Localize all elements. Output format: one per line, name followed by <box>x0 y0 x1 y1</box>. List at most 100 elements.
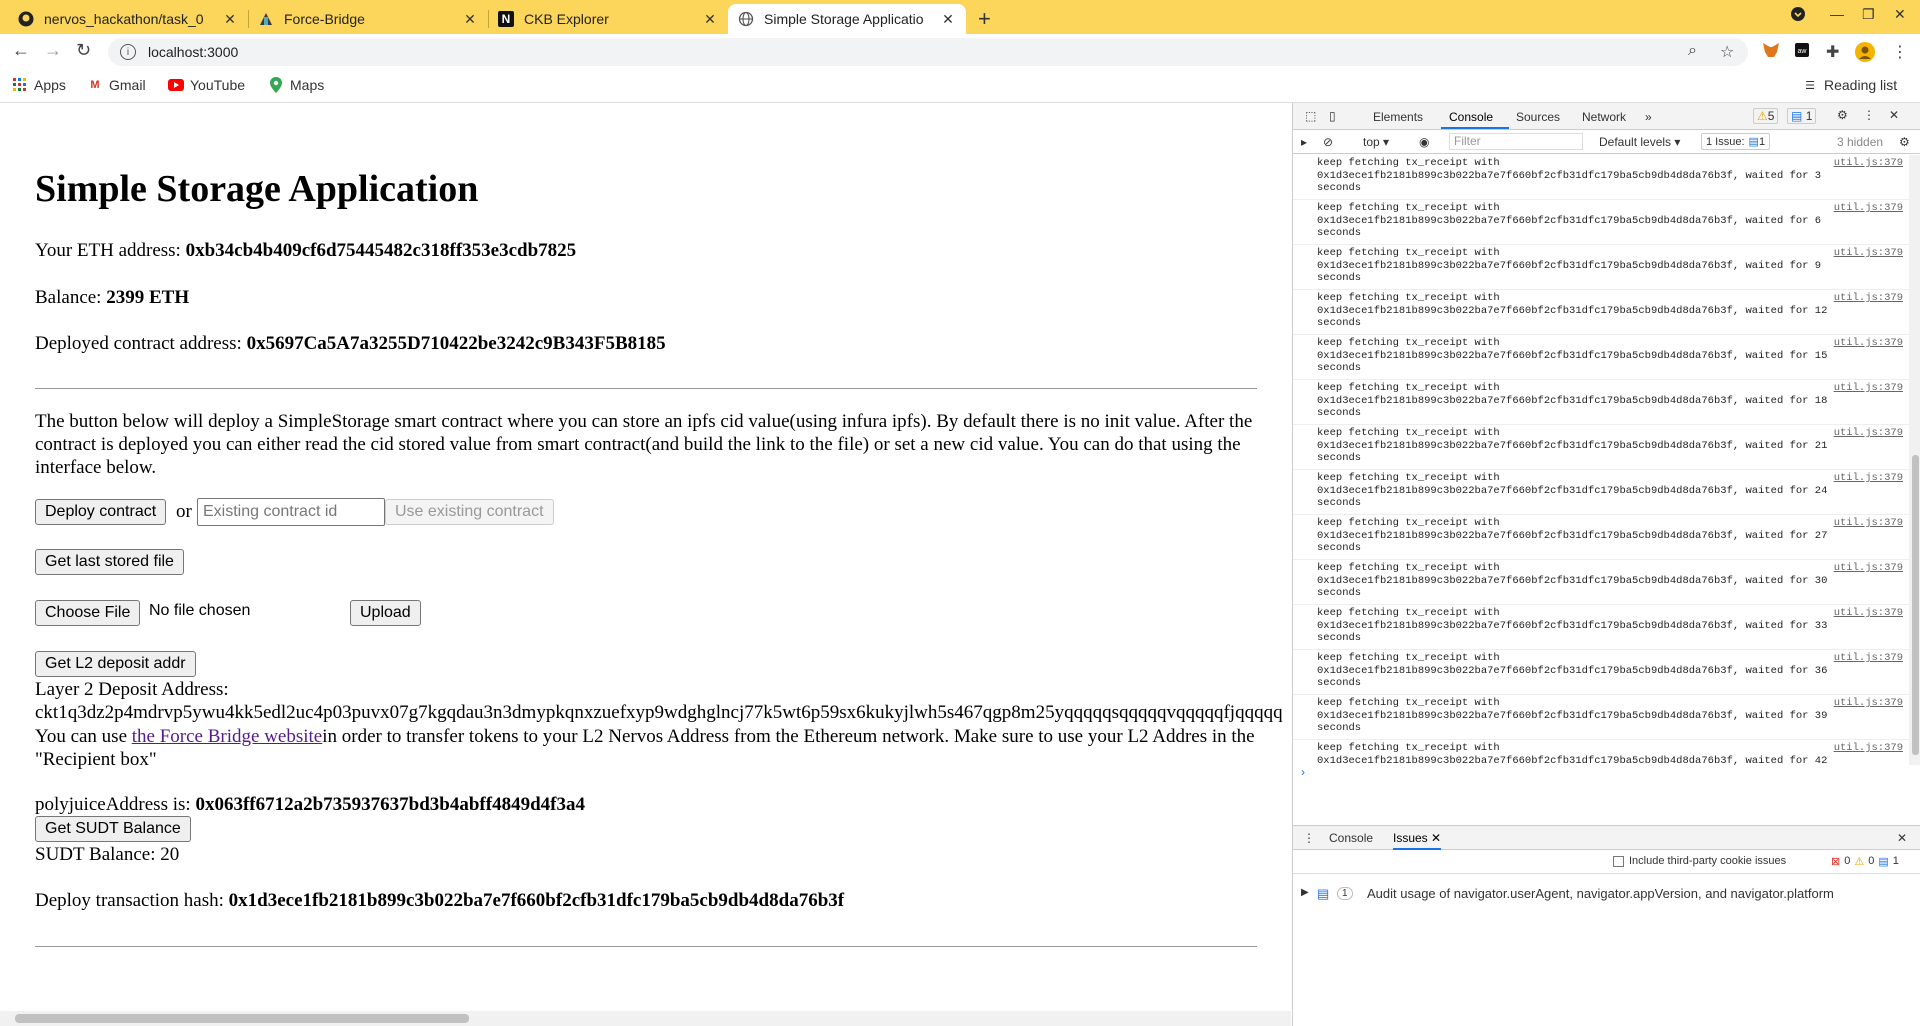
contract-address-value: 0x5697Ca5A7a3255D710422be3242c9B343F5B81… <box>246 333 666 354</box>
force-bridge-link[interactable]: the Force Bridge website <box>132 726 322 747</box>
tab-github[interactable]: nervos_hackathon/task_0 ✕ <box>8 4 248 34</box>
clear-console-icon[interactable]: ⊘ <box>1323 135 1333 149</box>
devtools-tabbar: ⬚ ▯ Elements Console Sources Network » ⚠… <box>1293 103 1920 130</box>
log-source-link[interactable]: util.js:379 <box>1834 292 1903 305</box>
console-log-entry: keep fetching tx_receipt with 0x1d3ece1f… <box>1293 245 1911 290</box>
log-message: keep fetching tx_receipt with 0x1d3ece1f… <box>1317 202 1822 239</box>
new-tab-icon[interactable]: + <box>978 6 991 32</box>
close-icon[interactable]: ✕ <box>222 11 238 28</box>
close-icon[interactable]: ✕ <box>940 11 956 28</box>
context-select[interactable]: top ▾ <box>1363 135 1389 149</box>
log-levels-value: Default levels <box>1599 135 1672 149</box>
drawer-tab-issues[interactable]: Issues ✕ <box>1393 831 1442 850</box>
console-log-entry: keep fetching tx_receipt with 0x1d3ece1f… <box>1293 200 1911 245</box>
tab-simple-storage[interactable]: Simple Storage Applicatio ✕ <box>728 4 966 34</box>
log-source-link[interactable]: util.js:379 <box>1834 652 1903 665</box>
drawer-tab-console[interactable]: Console <box>1329 831 1373 845</box>
bookmark-youtube[interactable]: YouTube <box>168 77 245 93</box>
live-expression-eye-icon[interactable]: ◉ <box>1419 135 1429 149</box>
extensions-puzzle-icon[interactable]: ✚ <box>1826 42 1839 62</box>
deploy-contract-button[interactable]: Deploy contract <box>35 499 167 525</box>
log-source-link[interactable]: util.js:379 <box>1834 697 1903 710</box>
get-last-stored-file-button[interactable]: Get last stored file <box>35 549 184 575</box>
expand-triangle-icon[interactable]: ▶ <box>1301 887 1309 898</box>
sidebar-toggle-icon[interactable]: ▸ <box>1301 135 1307 149</box>
issues-badge[interactable]: 1 Issue: ▤ 1 <box>1701 133 1771 150</box>
close-icon[interactable]: ✕ <box>462 11 478 28</box>
close-devtools-icon[interactable]: ✕ <box>1889 108 1899 122</box>
forward-icon[interactable]: → <box>44 40 62 61</box>
log-levels-select[interactable]: Default levels ▾ <box>1599 135 1680 149</box>
log-source-link[interactable]: util.js:379 <box>1834 427 1903 440</box>
site-info-icon[interactable]: i <box>120 44 136 60</box>
settings-gear-icon[interactable]: ⚙ <box>1837 108 1848 122</box>
warnings-badge[interactable]: ⚠5 <box>1753 108 1779 124</box>
reading-list[interactable]: ☰ Reading list <box>1802 77 1897 93</box>
log-message: keep fetching tx_receipt with 0x1d3ece1f… <box>1317 157 1822 194</box>
zoom-icon[interactable]: ⌕ <box>1688 42 1697 60</box>
close-drawer-icon[interactable]: ✕ <box>1897 831 1907 845</box>
profile-avatar-icon[interactable] <box>1855 42 1875 67</box>
log-source-link[interactable]: util.js:379 <box>1834 202 1903 215</box>
console-settings-gear-icon[interactable]: ⚙ <box>1899 135 1910 149</box>
close-icon[interactable]: ✕ <box>1431 831 1441 845</box>
bookmark-gmail[interactable]: M Gmail <box>87 77 145 93</box>
console-scrollbar[interactable] <box>1909 155 1920 765</box>
close-window-icon[interactable]: ✕ <box>1894 6 1906 23</box>
tab-network[interactable]: Network <box>1582 110 1626 124</box>
devtools-menu-icon[interactable]: ⋮ <box>1863 108 1875 122</box>
get-l2-deposit-addr-button[interactable]: Get L2 deposit addr <box>35 651 196 677</box>
issue-row[interactable]: ▶ ▤ 1 Audit usage of navigator.userAgent… <box>1293 885 1920 905</box>
log-source-link[interactable]: util.js:379 <box>1834 562 1903 575</box>
log-source-link[interactable]: util.js:379 <box>1834 337 1903 350</box>
eth-address-label: Your ETH address: <box>35 240 186 261</box>
menu-kebab-icon[interactable]: ⋮ <box>1892 42 1908 62</box>
reload-icon[interactable]: ↻ <box>76 40 91 61</box>
log-source-link[interactable]: util.js:379 <box>1834 247 1903 260</box>
close-icon[interactable]: ✕ <box>702 11 718 28</box>
log-source-link[interactable]: util.js:379 <box>1834 472 1903 485</box>
divider <box>35 388 1257 389</box>
console-prompt-icon[interactable]: › <box>1301 765 1305 779</box>
horizontal-scrollbar[interactable] <box>0 1011 1291 1026</box>
use-existing-contract-button[interactable]: Use existing contract <box>385 499 554 525</box>
metamask-icon[interactable] <box>1762 42 1780 63</box>
maximize-icon[interactable]: ❐ <box>1862 6 1875 23</box>
scrollbar-thumb[interactable] <box>1912 455 1919 755</box>
drawer-menu-icon[interactable]: ⋮ <box>1303 831 1315 845</box>
device-toolbar-icon[interactable]: ▯ <box>1329 109 1336 123</box>
back-icon[interactable]: ← <box>12 40 30 61</box>
existing-contract-input[interactable]: Existing contract id <box>197 498 385 526</box>
tab-sources[interactable]: Sources <box>1516 110 1560 124</box>
tab-elements[interactable]: Elements <box>1373 110 1423 124</box>
log-source-link[interactable]: util.js:379 <box>1834 742 1903 755</box>
log-source-link[interactable]: util.js:379 <box>1834 382 1903 395</box>
bookmark-apps[interactable]: Apps <box>12 77 66 93</box>
choose-file-button[interactable]: Choose File <box>35 600 141 626</box>
l2-address: ckt1q3dz2p4mdrvp5ywu4kk5edl2uc4p03puvx07… <box>35 702 1283 723</box>
more-tabs-icon[interactable]: » <box>1645 110 1652 124</box>
extension-icon[interactable]: aw <box>1794 42 1810 63</box>
scrollbar-thumb[interactable] <box>15 1014 469 1023</box>
tab-console[interactable]: Console <box>1449 110 1493 124</box>
tab-search-icon[interactable] <box>1790 6 1806 25</box>
minimize-icon[interactable]: — <box>1830 6 1844 22</box>
address-bar[interactable]: i localhost:3000 <box>108 38 1748 66</box>
log-source-link[interactable]: util.js:379 <box>1834 157 1903 170</box>
issues-toolbar: Include third-party cookie issues ⊠ 0 ⚠ 0 … <box>1293 850 1920 874</box>
messages-badge[interactable]: ▤ 1 <box>1787 108 1817 124</box>
third-party-checkbox-row[interactable]: Include third-party cookie issues <box>1613 855 1786 867</box>
log-source-link[interactable]: util.js:379 <box>1834 517 1903 530</box>
bookmark-maps[interactable]: Maps <box>268 77 324 93</box>
third-party-checkbox[interactable] <box>1613 855 1624 867</box>
tab-ckb-explorer[interactable]: N CKB Explorer ✕ <box>488 4 728 34</box>
console-filter-input[interactable]: Filter <box>1449 133 1583 150</box>
log-source-link[interactable]: util.js:379 <box>1834 607 1903 620</box>
tab-force-bridge[interactable]: Force-Bridge ✕ <box>248 4 488 34</box>
upload-button[interactable]: Upload <box>350 600 421 626</box>
deploy-hash-line: Deploy transaction hash: 0x1d3ece1fb2181… <box>35 890 844 912</box>
get-sudt-balance-button[interactable]: Get SUDT Balance <box>35 816 191 842</box>
bookmark-star-icon[interactable]: ☆ <box>1720 42 1734 62</box>
console-log-entry: keep fetching tx_receipt with 0x1d3ece1f… <box>1293 380 1911 425</box>
inspect-element-icon[interactable]: ⬚ <box>1305 109 1316 123</box>
